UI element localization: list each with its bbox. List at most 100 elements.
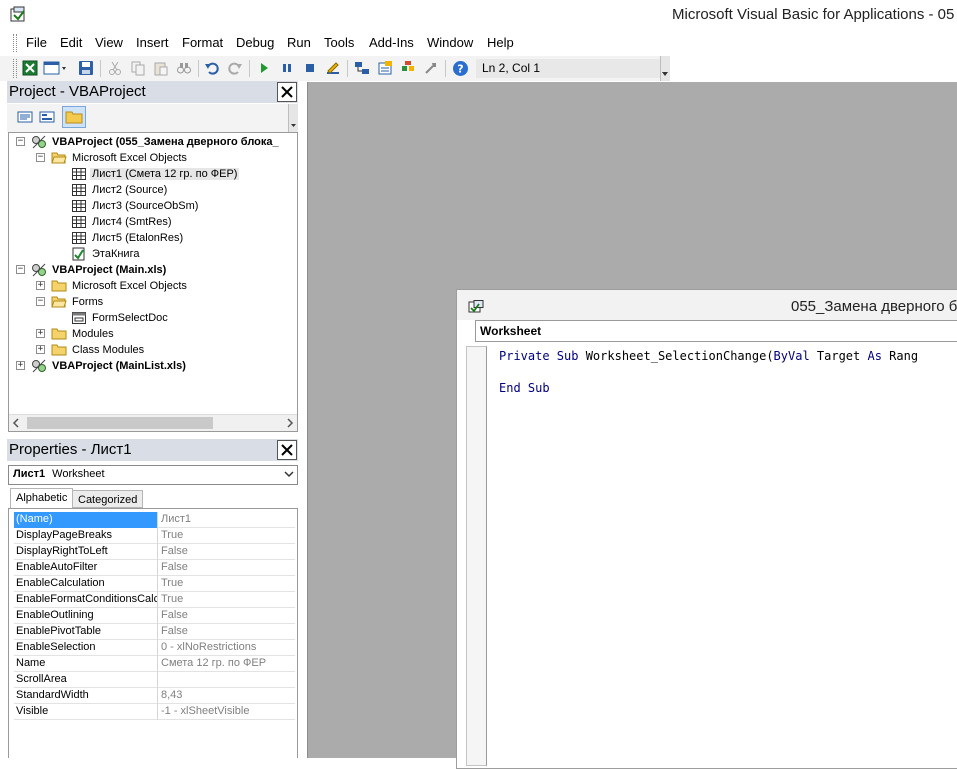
- project-toolbar-options[interactable]: [288, 104, 298, 132]
- tree-node[interactable]: FormSelectDoc: [9, 310, 170, 326]
- property-name[interactable]: (Name): [14, 512, 158, 528]
- property-name[interactable]: EnablePivotTable: [14, 624, 158, 640]
- property-value[interactable]: False: [159, 560, 295, 576]
- property-value[interactable]: 8,43: [159, 688, 295, 704]
- paste-icon[interactable]: [152, 59, 170, 77]
- property-name[interactable]: ScrollArea: [14, 672, 158, 688]
- view-code-icon[interactable]: [16, 108, 34, 126]
- property-name[interactable]: EnableCalculation: [14, 576, 158, 592]
- property-row[interactable]: Name Смета 12 гр. по ФЕР: [14, 656, 295, 672]
- property-name[interactable]: Name: [14, 656, 158, 672]
- expand-icon[interactable]: +: [36, 329, 45, 338]
- menu-format[interactable]: Format: [182, 35, 223, 50]
- tree-node[interactable]: + Modules: [9, 326, 116, 342]
- object-browser-icon[interactable]: [399, 59, 417, 77]
- menu-edit[interactable]: Edit: [60, 35, 82, 50]
- property-value[interactable]: False: [159, 608, 295, 624]
- menu-window[interactable]: Window: [427, 35, 473, 50]
- menu-help[interactable]: Help: [487, 35, 514, 50]
- tree-node[interactable]: Лист4 (SmtRes): [9, 214, 174, 230]
- tree-node[interactable]: − Microsoft Excel Objects: [9, 150, 189, 166]
- help-icon[interactable]: ?: [451, 59, 469, 77]
- menu-view[interactable]: View: [95, 35, 123, 50]
- properties-grid[interactable]: (Name) Лист1 DisplayPageBreaks True DisplayR…: [14, 512, 295, 720]
- property-row[interactable]: EnableCalculation True: [14, 576, 295, 592]
- insert-form-icon[interactable]: [42, 59, 68, 77]
- tree-node[interactable]: − Forms: [9, 294, 105, 310]
- property-name[interactable]: DisplayRightToLeft: [14, 544, 158, 560]
- expand-icon[interactable]: +: [36, 345, 45, 354]
- property-value[interactable]: Смета 12 гр. по ФЕР: [159, 656, 295, 672]
- view-object-icon[interactable]: [38, 108, 56, 126]
- property-name[interactable]: DisplayPageBreaks: [14, 528, 158, 544]
- property-value[interactable]: True: [159, 576, 295, 592]
- property-value[interactable]: 0 - xlNoRestrictions: [159, 640, 295, 656]
- menu-file[interactable]: File: [26, 35, 47, 50]
- run-icon[interactable]: [255, 59, 273, 77]
- menu-run[interactable]: Run: [287, 35, 311, 50]
- tree-horizontal-scrollbar[interactable]: [9, 414, 297, 431]
- code-window-titlebar[interactable]: 055_Замена дверного б: [457, 290, 957, 320]
- property-value[interactable]: False: [159, 624, 295, 640]
- collapse-icon[interactable]: −: [16, 137, 25, 146]
- properties-panel-close-button[interactable]: [277, 440, 297, 460]
- object-selector[interactable]: Лист1 Worksheet: [8, 465, 298, 485]
- property-value[interactable]: [159, 672, 295, 688]
- property-row[interactable]: EnableFormatConditionsCalcu True: [14, 592, 295, 608]
- menubar-grip[interactable]: [13, 34, 17, 52]
- property-name[interactable]: EnableAutoFilter: [14, 560, 158, 576]
- tree-node[interactable]: Лист5 (EtalonRes): [9, 230, 185, 246]
- scroll-left-icon[interactable]: [12, 418, 20, 428]
- design-mode-icon[interactable]: [324, 59, 342, 77]
- property-value[interactable]: -1 - xlSheetVisible: [159, 704, 295, 720]
- property-row[interactable]: EnablePivotTable False: [14, 624, 295, 640]
- tab-categorized[interactable]: Categorized: [72, 490, 144, 508]
- cut-icon[interactable]: [106, 59, 124, 77]
- property-value[interactable]: False: [159, 544, 295, 560]
- menu-insert[interactable]: Insert: [136, 35, 169, 50]
- scroll-right-icon[interactable]: [286, 418, 294, 428]
- menu-debug[interactable]: Debug: [236, 35, 274, 50]
- code-line-1[interactable]: Private Sub Worksheet_SelectionChange(By…: [499, 349, 918, 365]
- save-icon[interactable]: [77, 59, 95, 77]
- toolbox-icon[interactable]: [422, 59, 440, 77]
- toolbar-grip[interactable]: [13, 59, 17, 78]
- property-row[interactable]: Visible -1 - xlSheetVisible: [14, 704, 295, 720]
- property-row[interactable]: StandardWidth 8,43: [14, 688, 295, 704]
- menu-add-ins[interactable]: Add-Ins: [369, 35, 414, 50]
- property-name[interactable]: Visible: [14, 704, 158, 720]
- property-row[interactable]: EnableAutoFilter False: [14, 560, 295, 576]
- property-value[interactable]: True: [159, 592, 295, 608]
- collapse-icon[interactable]: −: [36, 297, 45, 306]
- properties-window-icon[interactable]: [376, 59, 394, 77]
- reset-icon[interactable]: [301, 59, 319, 77]
- property-name[interactable]: EnableOutlining: [14, 608, 158, 624]
- break-icon[interactable]: [278, 59, 296, 77]
- object-combo[interactable]: Worksheet: [475, 320, 957, 342]
- property-row[interactable]: ScrollArea: [14, 672, 295, 688]
- tree-node[interactable]: + VBAProject (MainList.xls): [9, 358, 188, 374]
- excel-view-icon[interactable]: [21, 59, 39, 77]
- scroll-thumb[interactable]: [27, 417, 213, 429]
- tree-node[interactable]: + Class Modules: [9, 342, 146, 358]
- expand-icon[interactable]: +: [16, 361, 25, 370]
- expand-icon[interactable]: +: [36, 281, 45, 290]
- property-row[interactable]: EnableSelection 0 - xlNoRestrictions: [14, 640, 295, 656]
- project-panel-close-button[interactable]: [277, 82, 297, 102]
- property-row[interactable]: DisplayPageBreaks True: [14, 528, 295, 544]
- project-tree[interactable]: − VBAProject (055_Замена дверного блока_ −…: [8, 132, 298, 432]
- toggle-folders-icon[interactable]: [62, 106, 86, 128]
- project-explorer-icon[interactable]: [353, 59, 371, 77]
- find-icon[interactable]: [175, 59, 193, 77]
- property-row[interactable]: EnableOutlining False: [14, 608, 295, 624]
- property-value[interactable]: Лист1: [159, 512, 295, 528]
- property-row[interactable]: DisplayRightToLeft False: [14, 544, 295, 560]
- redo-icon[interactable]: [226, 59, 244, 77]
- menu-tools[interactable]: Tools: [324, 35, 354, 50]
- collapse-icon[interactable]: −: [16, 265, 25, 274]
- tree-node[interactable]: ЭтаКнига: [9, 246, 141, 262]
- collapse-icon[interactable]: −: [36, 153, 45, 162]
- property-row[interactable]: (Name) Лист1: [14, 512, 295, 528]
- tree-node[interactable]: Лист3 (SourceObSm): [9, 198, 200, 214]
- property-name[interactable]: StandardWidth: [14, 688, 158, 704]
